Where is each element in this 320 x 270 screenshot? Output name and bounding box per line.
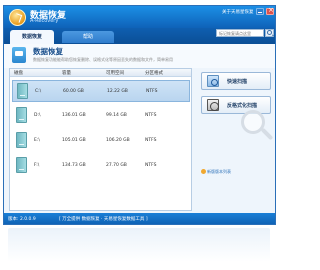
new-version-link[interactable]: 新版版本列表	[207, 169, 231, 175]
column-header-free[interactable]: 可用空间	[106, 70, 124, 76]
column-header-fs[interactable]: 分区格式	[145, 70, 163, 76]
drive-icon	[16, 157, 27, 173]
free-value: 27.70 GB	[106, 163, 127, 168]
status-bar: 版本: 2.0.0.9 [ 万全提供 数据恢复 · 天易星恢复数据工具 ]	[4, 213, 275, 224]
fs-value: NTFS	[145, 113, 157, 118]
table-row[interactable]: E:\ 105.01 GB 106.20 GB NTFS	[12, 130, 190, 152]
capacity-value: 105.01 GB	[62, 138, 86, 143]
free-value: 99.14 GB	[106, 113, 127, 118]
drive-icon	[16, 107, 27, 123]
search-button[interactable]	[265, 29, 274, 37]
capacity-value: 136.01 GB	[62, 113, 86, 118]
close-button[interactable]	[266, 6, 274, 15]
window-reflection	[8, 228, 270, 262]
format-scan-label: 反格式化扫描	[227, 103, 258, 109]
search-icon	[267, 30, 272, 35]
footer-link[interactable]: [ 万全提供 数据恢复 · 天易星恢复数据工具 ]	[59, 216, 148, 222]
page-description: 数据恢复功能能帮助您恢复删除、误格式化等原因丢失的数据和文件，简单易用	[33, 57, 173, 62]
drive-letter: D:\	[34, 113, 41, 118]
minimize-button[interactable]	[256, 8, 264, 15]
capacity-value: 134.73 GB	[62, 163, 86, 168]
logo-icon	[9, 9, 26, 26]
app-window: 数据恢复 A-Recovery 关于天易星恢复 数据恢复 帮助 数据恢复 数据恢…	[3, 5, 276, 225]
tab-data-recovery[interactable]: 数据恢复	[10, 30, 54, 44]
table-row[interactable]: D:\ 136.01 GB 99.14 GB NTFS	[12, 105, 190, 127]
drive-letter: E:\	[34, 138, 40, 143]
quick-scan-label: 快速扫描	[227, 79, 248, 85]
info-icon	[201, 169, 206, 174]
fs-value: NTFS	[145, 138, 157, 143]
tab-help[interactable]: 帮助	[62, 31, 114, 43]
version-label: 版本: 2.0.0.9	[8, 217, 36, 222]
table-header: 磁盘 容量 可用空间 分区格式	[10, 69, 191, 77]
section-header: 数据恢复 数据恢复功能能帮助您恢复删除、误格式化等原因丢失的数据和文件，简单易用	[4, 44, 275, 68]
drive-table: 磁盘 容量 可用空间 分区格式 C:\ 60.00 GB 12.22 GB NT…	[9, 68, 192, 211]
disk-format-icon	[207, 99, 219, 111]
column-header-capacity[interactable]: 容量	[62, 70, 71, 76]
title-bar[interactable]: 数据恢复 A-Recovery 关于天易星恢复	[4, 6, 275, 28]
about-link[interactable]: 关于天易星恢复	[222, 9, 254, 15]
drive-icon	[16, 132, 27, 148]
page-title: 数据恢复	[33, 47, 63, 56]
drive-icon	[17, 83, 28, 99]
free-value: 106.20 GB	[106, 138, 130, 143]
table-row[interactable]: F:\ 134.73 GB 27.70 GB NTFS	[12, 155, 190, 177]
app-subtitle: A-Recovery	[30, 18, 59, 24]
recovery-icon	[12, 47, 26, 63]
column-header-drive[interactable]: 磁盘	[14, 70, 23, 76]
capacity-value: 60.00 GB	[63, 89, 84, 94]
drive-letter: F:\	[34, 163, 40, 168]
magnifier-icon	[241, 110, 275, 144]
fs-value: NTFS	[145, 163, 157, 168]
drive-letter: C:\	[35, 89, 42, 94]
search-input[interactable]	[216, 29, 264, 37]
fs-value: NTFS	[146, 89, 158, 94]
free-value: 12.22 GB	[107, 89, 128, 94]
scan-icon	[207, 75, 219, 87]
quick-scan-button[interactable]: 快速扫描	[201, 72, 271, 90]
table-row[interactable]: C:\ 60.00 GB 12.22 GB NTFS	[12, 80, 190, 102]
